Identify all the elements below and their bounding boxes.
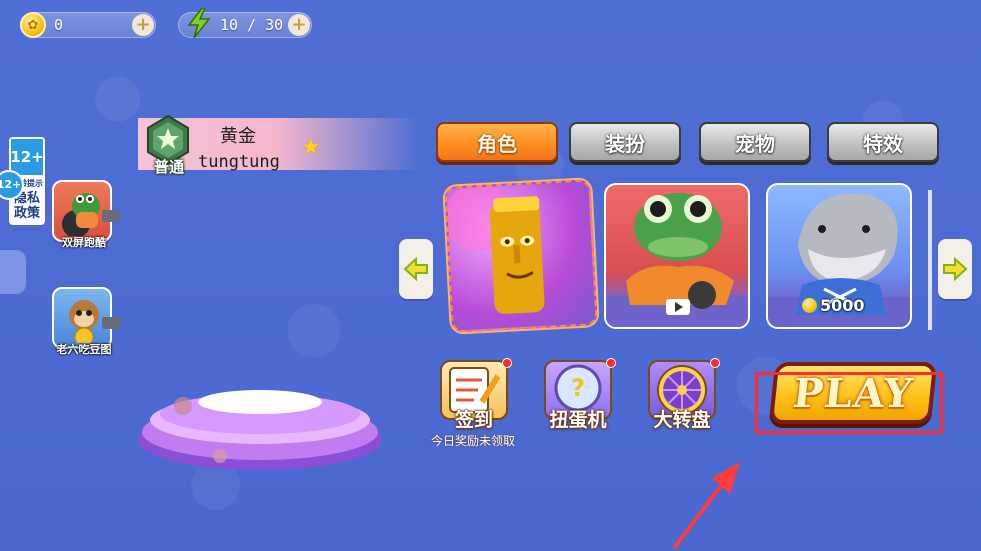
play-highlight-box bbox=[755, 372, 943, 434]
add-coins-button[interactable]: + bbox=[132, 14, 154, 36]
gacha-button[interactable]: ? 扭蛋机 bbox=[540, 358, 616, 432]
side-game-label: 老六吃豆图 bbox=[56, 343, 112, 356]
player-tier: 黄金 bbox=[220, 126, 256, 147]
tab-pet[interactable]: 宠物 bbox=[699, 122, 811, 162]
checkin-button[interactable]: 签到 bbox=[436, 358, 512, 432]
tab-effects[interactable]: 特效 bbox=[827, 122, 939, 162]
rank-label: 普通 bbox=[153, 158, 184, 176]
notification-dot bbox=[606, 358, 616, 368]
character-card-shark[interactable]: 5000 bbox=[766, 183, 912, 329]
next-card-edge bbox=[928, 190, 932, 330]
notification-dot bbox=[710, 358, 720, 368]
side-game-pacman[interactable]: 老六吃豆图 bbox=[52, 287, 120, 356]
video-icon bbox=[102, 317, 120, 329]
coin-value: 0 bbox=[54, 16, 64, 34]
next-arrow-button[interactable] bbox=[938, 239, 972, 299]
energy-counter: 10 / 30 + bbox=[178, 8, 312, 38]
coin-icon bbox=[802, 298, 817, 313]
wheel-button[interactable]: 大转盘 bbox=[644, 358, 720, 432]
tab-outfit[interactable]: 装扮 bbox=[569, 122, 681, 162]
add-energy-button[interactable]: + bbox=[288, 14, 310, 36]
gacha-label: 扭蛋机 bbox=[549, 409, 607, 431]
crocodile-runner-icon bbox=[58, 186, 106, 236]
previous-arrow-button[interactable] bbox=[399, 239, 433, 299]
arrow-right-icon bbox=[943, 256, 968, 282]
character-card-golden-idol[interactable] bbox=[444, 179, 598, 333]
svg-text:?: ? bbox=[571, 374, 585, 402]
tab-character[interactable]: 角色 bbox=[436, 122, 558, 162]
player-name: tungtung bbox=[198, 152, 280, 172]
character-price: 5000 bbox=[802, 296, 865, 315]
notification-dot bbox=[502, 358, 512, 368]
price-value: 5000 bbox=[820, 296, 865, 315]
monkey-icon bbox=[58, 293, 106, 343]
side-game-label: 双屏跑酷 bbox=[62, 236, 106, 249]
golden-idol-character bbox=[444, 183, 545, 314]
lightning-icon bbox=[187, 8, 211, 38]
wheel-label: 大转盘 bbox=[653, 409, 711, 431]
energy-value: 10 / 30 bbox=[220, 16, 284, 34]
checkin-label: 签到 bbox=[454, 409, 493, 431]
pointer-arrow-icon bbox=[672, 462, 740, 550]
coin-counter: ✿ 0 + bbox=[20, 12, 156, 38]
settings-icon[interactable] bbox=[0, 250, 26, 294]
video-icon bbox=[102, 210, 120, 222]
star-icon: ★ bbox=[301, 135, 321, 160]
side-game-double-run[interactable]: 双屏跑酷 bbox=[52, 180, 120, 249]
video-unlock-icon bbox=[666, 299, 690, 315]
checkin-status: 今日奖励未领取 bbox=[430, 434, 515, 448]
arrow-left-icon bbox=[403, 256, 428, 282]
character-podium bbox=[138, 390, 382, 470]
coin-icon: ✿ bbox=[20, 12, 46, 38]
character-card-crocodile[interactable] bbox=[604, 183, 750, 329]
